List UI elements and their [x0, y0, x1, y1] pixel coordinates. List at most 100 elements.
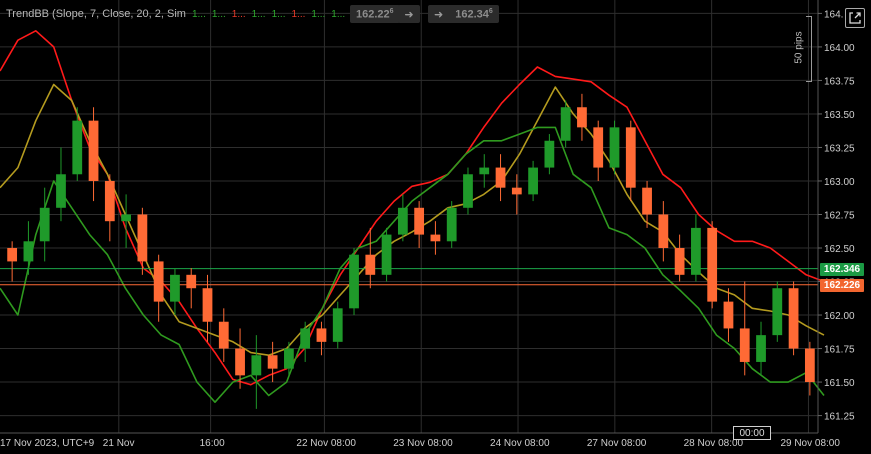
candle-down [186, 274, 197, 289]
x-tick-label: 27 Nov 08:00 [587, 438, 647, 449]
indicator-value: 1... [211, 9, 226, 20]
candle-up [39, 207, 50, 242]
candle-up [251, 355, 262, 376]
y-tick-label: 164.00 [824, 43, 855, 54]
upper_band-line [0, 29, 825, 386]
candle-down [707, 227, 718, 302]
expand-chart-button[interactable] [845, 8, 865, 28]
candle-down [511, 187, 522, 195]
x-tick-label: 22 Nov 08:00 [296, 438, 356, 449]
pips-label: 50 pips [793, 31, 805, 64]
buy-price: 162.346 [455, 7, 493, 21]
pips-ruler: 50 pips [794, 16, 814, 82]
candlestick-series [7, 93, 815, 409]
y-tick-label: 162.00 [824, 311, 855, 322]
indicator-value: 1... [291, 9, 306, 20]
candle-down [430, 234, 441, 242]
price-chart[interactable]: 164. 164.00 163.75 163.50 163.25 163.00 162.75… [0, 0, 871, 454]
sell-arrow-button[interactable]: ➜ [398, 5, 420, 23]
ask-price-tag: 162.346 [820, 263, 864, 276]
candle-down [414, 207, 425, 235]
candle-up [463, 174, 473, 208]
y-tick-label: 164. [824, 9, 843, 20]
candle-up [121, 214, 131, 222]
candle-up [23, 241, 34, 262]
candle-down [88, 120, 99, 181]
candle-down [723, 301, 734, 329]
candle-down [202, 288, 213, 322]
y-tick-label: 163.50 [824, 110, 855, 121]
candle-up [72, 120, 83, 175]
expand-icon [849, 12, 861, 24]
candle-down [235, 348, 245, 376]
candle-up [528, 167, 538, 195]
indicator-value: 1... [251, 9, 266, 20]
y-tick-label: 161.75 [824, 345, 855, 356]
candle-down [153, 261, 164, 302]
candle-up [397, 207, 408, 235]
indicator-values: 1...1...1...1...1...1...1...1...1... [192, 8, 371, 20]
y-tick-label: 161.25 [824, 412, 855, 423]
arrow-right-icon: ➜ [404, 8, 414, 21]
candle-down [642, 187, 652, 215]
y-tick-label: 162.50 [824, 244, 855, 255]
candle-up [560, 107, 571, 141]
y-tick-label: 163.00 [824, 177, 855, 188]
candle-up [381, 234, 392, 275]
candle-down [788, 288, 799, 349]
candle-up [170, 274, 180, 302]
y-tick-label: 161.50 [824, 378, 855, 389]
candle-up [284, 348, 294, 369]
price-axis[interactable]: 164. 164.00 163.75 163.50 163.25 163.00 162.75… [817, 0, 855, 433]
indicator-value: 1... [311, 9, 326, 20]
candle-down [137, 214, 148, 262]
candle-down [104, 180, 115, 222]
candle-up [609, 127, 620, 168]
candle-up [772, 288, 783, 336]
x-tick-label: 23 Nov 08:00 [393, 438, 453, 449]
candle-down [593, 127, 604, 168]
candle-down [365, 254, 376, 275]
candle-down [804, 348, 815, 383]
y-tick-label: 163.25 [824, 143, 855, 154]
x-tick-label: 17 Nov 2023, UTC+9 [0, 438, 95, 449]
candle-down [658, 214, 669, 249]
candle-up [479, 167, 490, 175]
candle-down [739, 328, 750, 362]
sell-button[interactable]: 162.226 [350, 5, 400, 23]
sell-price: 162.226 [356, 7, 394, 21]
arrow-right-icon: ➜ [434, 8, 444, 21]
bid-price-tag: 162.226 [820, 279, 864, 292]
candle-down [7, 248, 18, 262]
candle-down [218, 321, 229, 349]
indicator-legend[interactable]: TrendBB (Slope, 7, Close, 20, 2, Sim 1..… [6, 8, 371, 20]
candle-up [349, 254, 359, 309]
time-cursor-label: 00:00 [733, 426, 771, 440]
indicator-value: 1... [191, 9, 206, 20]
candle-down [316, 328, 327, 342]
candle-down [495, 167, 506, 188]
x-tick-label: 21 Nov [103, 438, 135, 449]
candle-down [267, 355, 278, 369]
candle-up [332, 308, 343, 342]
x-tick-label: 29 Nov 08:00 [780, 438, 840, 449]
x-tick-label: 16:00 [200, 438, 225, 449]
y-tick-label: 163.75 [824, 76, 855, 87]
indicator-name[interactable]: TrendBB (Slope, 7, Close, 20, 2, Sim [6, 8, 186, 20]
candle-up [446, 207, 457, 242]
buy-button[interactable]: ➜ 162.346 [428, 5, 499, 23]
indicator-value: 1... [231, 9, 246, 20]
candle-up [544, 140, 555, 168]
candle-up [56, 174, 66, 208]
candle-up [756, 335, 766, 362]
candle-up [300, 328, 311, 349]
time-axis[interactable]: 17 Nov 2023, UTC+9 21 Nov 16:00 22 Nov 08:0… [0, 432, 840, 449]
candle-down [577, 107, 587, 128]
candle-down [674, 248, 685, 275]
indicator-value: 1... [271, 9, 286, 20]
candle-down [625, 127, 636, 188]
candle-up [691, 227, 701, 275]
y-tick-label: 162.75 [824, 210, 855, 221]
x-tick-label: 24 Nov 08:00 [490, 438, 550, 449]
indicator-value: 1... [331, 9, 346, 20]
